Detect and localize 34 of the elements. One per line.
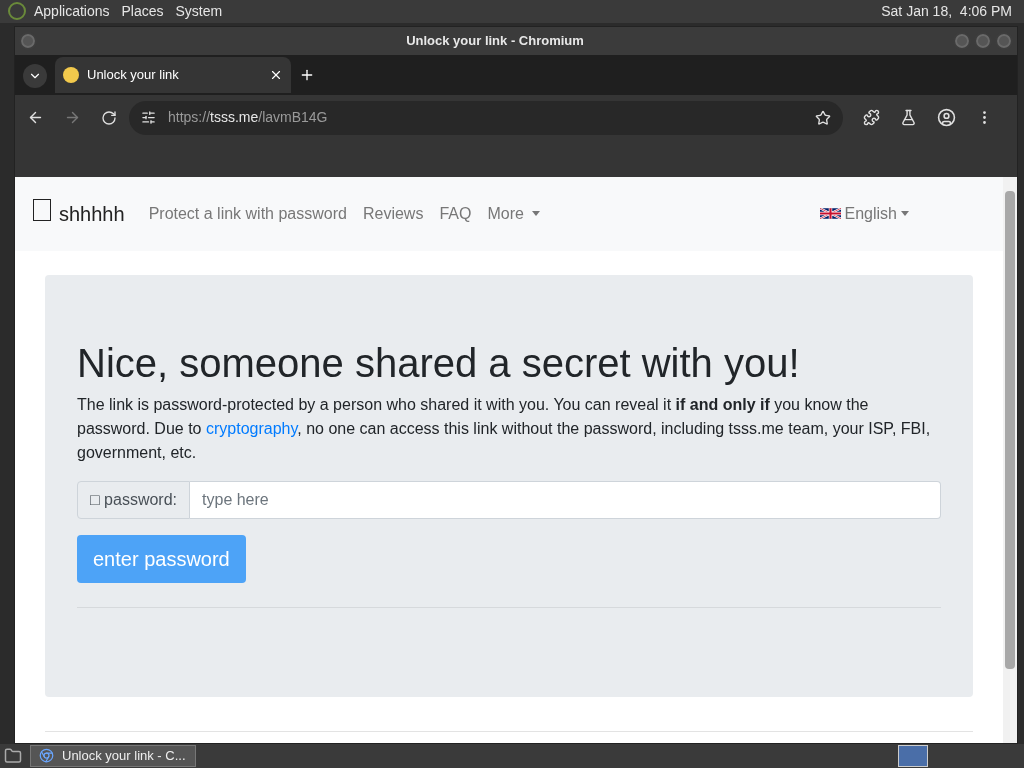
nav-link[interactable]: FAQ [439, 201, 472, 226]
browser-tab[interactable]: Unlock your link [55, 56, 291, 93]
bookmark-star-icon[interactable] [815, 109, 831, 126]
show-desktop-icon[interactable] [4, 746, 22, 765]
nav-link[interactable]: Protect a link with password [148, 201, 347, 226]
logo-icon[interactable] [33, 198, 51, 221]
nav-dropdown[interactable]: More [487, 201, 540, 226]
tab-title: Unlock your link [87, 65, 180, 84]
language-dropdown[interactable]: English [819, 201, 909, 226]
workspace-switcher[interactable] [898, 744, 928, 767]
cryptography-link[interactable]: cryptography [205, 419, 298, 437]
site-info-icon[interactable] [141, 110, 156, 126]
address-bar[interactable]: https://tsss.me/lavmB14G [129, 100, 843, 135]
chromium-icon [39, 748, 54, 764]
url-text: https://tsss.me/lavmB14G [168, 108, 329, 128]
password-label: □ password: [77, 480, 191, 519]
panel-menu[interactable]: Places [121, 0, 164, 22]
window-title: Unlock your link - Chromium [405, 31, 585, 50]
flask-icon[interactable] [900, 109, 917, 127]
intro-paragraph: The link is password-protected by a person who shared it with you. You can reveal it if and only if you know the password. Due to cryptography, no one can access this link without the password, including tsss.me team, your ISP, FBI, government, etc. [77, 394, 932, 463]
taskbar-window-button[interactable]: Unlock your link - C... [30, 744, 196, 767]
panel-menu[interactable]: System [175, 0, 223, 22]
favicon-icon [63, 66, 79, 83]
site-brand[interactable]: shhhhh [59, 198, 125, 229]
page-heading: Nice, someone shared a secret with you! [77, 339, 801, 387]
profile-icon[interactable] [937, 108, 956, 128]
reload-icon[interactable] [101, 109, 117, 126]
panel-clock[interactable]: Sat Jan 18, 4:06 PM [881, 0, 1012, 22]
password-field[interactable]: type here [190, 480, 941, 519]
nav-link[interactable]: Reviews [362, 201, 424, 226]
uk-flag-icon [819, 206, 841, 222]
tab-search-button[interactable] [23, 63, 47, 88]
panel-menu[interactable]: Applications [34, 0, 110, 22]
extensions-icon[interactable] [863, 109, 880, 127]
